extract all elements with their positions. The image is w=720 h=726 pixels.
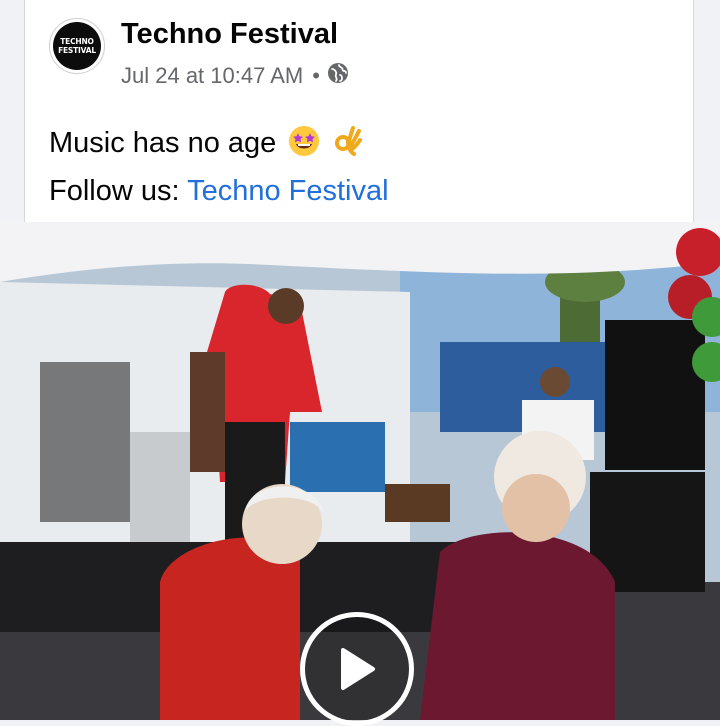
play-button[interactable] — [300, 612, 414, 726]
page-avatar[interactable]: TECHNO FESTIVAL — [49, 18, 105, 74]
post-header-card: TECHNO FESTIVAL Techno Festival Jul 24 a… — [24, 0, 694, 222]
post-text-line-1: Music has no age — [49, 122, 389, 170]
follow-prefix: Follow us: — [49, 175, 188, 207]
ok-hand-emoji — [332, 123, 364, 170]
post-text-line-2: Follow us: Techno Festival — [49, 170, 389, 213]
page-mention-link[interactable]: Techno Festival — [187, 175, 389, 207]
post-timestamp[interactable]: Jul 24 at 10:47 AM — [121, 63, 303, 89]
meta-separator: • — [312, 63, 320, 88]
logo-line-2: FESTIVAL — [58, 46, 96, 55]
post-message: Music has no age — [49, 127, 277, 159]
play-icon — [341, 648, 375, 690]
post-meta: Jul 24 at 10:47 AM • — [121, 62, 349, 90]
globe-icon — [327, 62, 349, 90]
page-logo: TECHNO FESTIVAL — [53, 22, 101, 70]
page-name[interactable]: Techno Festival — [121, 18, 338, 51]
star-struck-emoji — [288, 125, 320, 170]
logo-line-1: TECHNO — [60, 37, 94, 46]
post-text: Music has no age Follow us: Techno Festi… — [49, 122, 389, 213]
